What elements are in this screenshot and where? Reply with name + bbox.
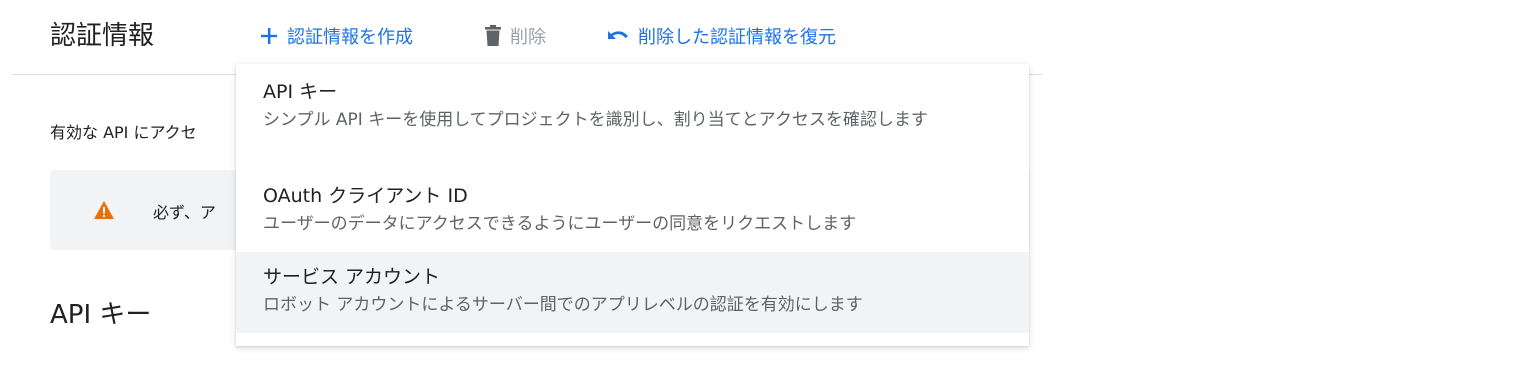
warning-icon xyxy=(93,200,115,224)
menu-item-description: ロボット アカウントによるサーバー間でのアプリレベルの認証を有効にします xyxy=(263,295,863,315)
create-credentials-button[interactable]: 認証情報を作成 xyxy=(259,20,413,52)
menu-item-api-key[interactable]: API キー シンプル API キーを使用してプロジェクトを識別し、割り当てとア… xyxy=(236,64,1029,172)
menu-item-title: OAuth クライアント ID xyxy=(263,185,468,207)
create-credentials-label: 認証情報を作成 xyxy=(287,27,413,48)
create-credentials-menu: API キー シンプル API キーを使用してプロジェクトを識別し、割り当てとア… xyxy=(236,64,1029,346)
warning-text: 必ず、ア xyxy=(153,203,216,222)
menu-item-description: ユーザーのデータにアクセスできるようにユーザーの同意をリクエストします xyxy=(263,214,857,234)
trash-icon xyxy=(484,25,502,47)
page-title: 認証情報 xyxy=(50,21,155,51)
restore-credentials-label: 削除した認証情報を復元 xyxy=(638,27,836,48)
menu-item-oauth-client-id[interactable]: OAuth クライアント ID ユーザーのデータにアクセスできるようにユーザーの… xyxy=(236,172,1029,252)
menu-item-title: サービス アカウント xyxy=(263,266,441,288)
undo-icon xyxy=(606,27,630,45)
restore-credentials-button[interactable]: 削除した認証情報を復元 xyxy=(606,20,836,52)
api-access-description: 有効な API にアクセ xyxy=(50,123,197,142)
menu-item-title: API キー xyxy=(263,81,338,103)
credentials-page: 認証情報 認証情報を作成 削除 削除した認証情報を復元 有効な API にアクセ… xyxy=(0,0,1536,375)
plus-icon xyxy=(259,26,279,46)
api-keys-section-title: API キー xyxy=(50,300,152,330)
menu-item-service-account[interactable]: サービス アカウント ロボット アカウントによるサーバー間でのアプリレベルの認証… xyxy=(236,252,1029,333)
delete-button[interactable]: 削除 xyxy=(484,20,546,52)
menu-item-description: シンプル API キーを使用してプロジェクトを識別し、割り当てとアクセスを確認し… xyxy=(263,110,928,130)
delete-label: 削除 xyxy=(510,27,546,48)
